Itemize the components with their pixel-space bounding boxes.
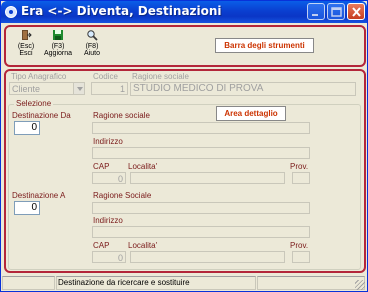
minimize-icon <box>312 14 318 16</box>
save-disk-icon <box>53 30 63 40</box>
da-indirizzo-field[interactable] <box>92 147 310 159</box>
a-cap-field[interactable]: 0 <box>92 251 126 263</box>
app-icon[interactable] <box>5 6 17 18</box>
exit-door-icon <box>22 30 32 40</box>
codice-label: Codice <box>93 72 118 81</box>
destinazione-a-label: Destinazione A <box>12 191 66 200</box>
a-ragione-field[interactable] <box>92 202 310 214</box>
da-indirizzo-label: Indirizzo <box>93 137 123 146</box>
a-prov-field[interactable] <box>292 251 310 263</box>
exit-button[interactable]: (Esc) Esci <box>11 29 41 57</box>
a-ragione-label: Ragione Sociale <box>93 191 152 200</box>
minimize-button[interactable] <box>307 3 325 20</box>
status-cell-extra <box>257 276 365 290</box>
a-localita-label: Localita' <box>128 241 158 250</box>
close-button[interactable] <box>347 3 365 20</box>
update-button[interactable]: (F3) Aggiorna <box>43 29 73 57</box>
da-cap-label: CAP <box>93 162 110 171</box>
da-ragione-field[interactable] <box>92 122 310 134</box>
a-localita-field[interactable] <box>130 251 285 263</box>
tipo-anagrafico-select[interactable]: Cliente <box>9 82 85 95</box>
tipo-anagrafico-label: Tipo Anagrafico <box>11 72 67 81</box>
da-prov-field[interactable] <box>292 172 310 184</box>
destinazione-da-field[interactable]: 0 <box>14 121 40 135</box>
da-ragione-label: Ragione sociale <box>93 111 150 120</box>
da-localita-label: Localita' <box>128 162 158 171</box>
close-icon <box>352 7 361 17</box>
toolbar-annotation: Barra degli strumenti <box>215 38 314 53</box>
da-prov-label: Prov. <box>290 162 309 171</box>
ragione-sociale-header-label: Ragione sociale <box>132 72 189 81</box>
selezione-caption: Selezione <box>14 99 54 108</box>
a-cap-label: CAP <box>93 241 110 250</box>
a-prov-label: Prov. <box>290 241 309 250</box>
main-window: Era <-> Diventa, Destinazioni (Esc) Esci <box>0 0 368 292</box>
a-indirizzo-field[interactable] <box>92 226 310 238</box>
chevron-down-icon[interactable] <box>73 83 84 94</box>
exit-label: Esci <box>19 50 33 57</box>
update-shortcut: (F3) <box>51 43 65 50</box>
help-button[interactable]: (F8) Aiuto <box>77 29 107 57</box>
maximize-button[interactable] <box>327 3 345 20</box>
help-shortcut: (F8) <box>85 43 99 50</box>
detail-annotation: Area dettaglio <box>216 106 286 121</box>
update-label: Aggiorna <box>43 50 73 57</box>
help-label: Aiuto <box>84 50 100 57</box>
a-indirizzo-label: Indirizzo <box>93 216 123 225</box>
tipo-anagrafico-value: Cliente <box>12 84 41 94</box>
maximize-icon <box>331 7 342 17</box>
destinazione-da-label: Destinazione Da <box>12 111 71 120</box>
resize-grip-icon[interactable] <box>355 280 365 290</box>
status-bar: Destinazione da ricercare e sostituire <box>2 276 366 291</box>
detail-panel: Tipo Anagrafico Cliente Codice 1 Ragione… <box>4 69 366 273</box>
destinazione-a-field[interactable]: 0 <box>14 201 40 215</box>
da-cap-field[interactable]: 0 <box>92 172 126 184</box>
toolbar-panel: (Esc) Esci (F3) Aggiorna (F8) Aiuto Barr… <box>4 25 366 67</box>
ragione-sociale-header-field[interactable]: STUDIO MEDICO DI PROVA <box>130 82 356 96</box>
status-text: Destinazione da ricercare e sostituire <box>58 278 190 287</box>
status-cell-empty <box>2 276 55 290</box>
title-bar[interactable]: Era <-> Diventa, Destinazioni <box>1 1 367 23</box>
magnifier-help-icon <box>87 30 98 41</box>
da-localita-field[interactable] <box>130 172 285 184</box>
window-title: Era <-> Diventa, Destinazioni <box>21 4 222 18</box>
exit-shortcut: (Esc) <box>17 43 35 50</box>
codice-field[interactable]: 1 <box>91 82 128 95</box>
